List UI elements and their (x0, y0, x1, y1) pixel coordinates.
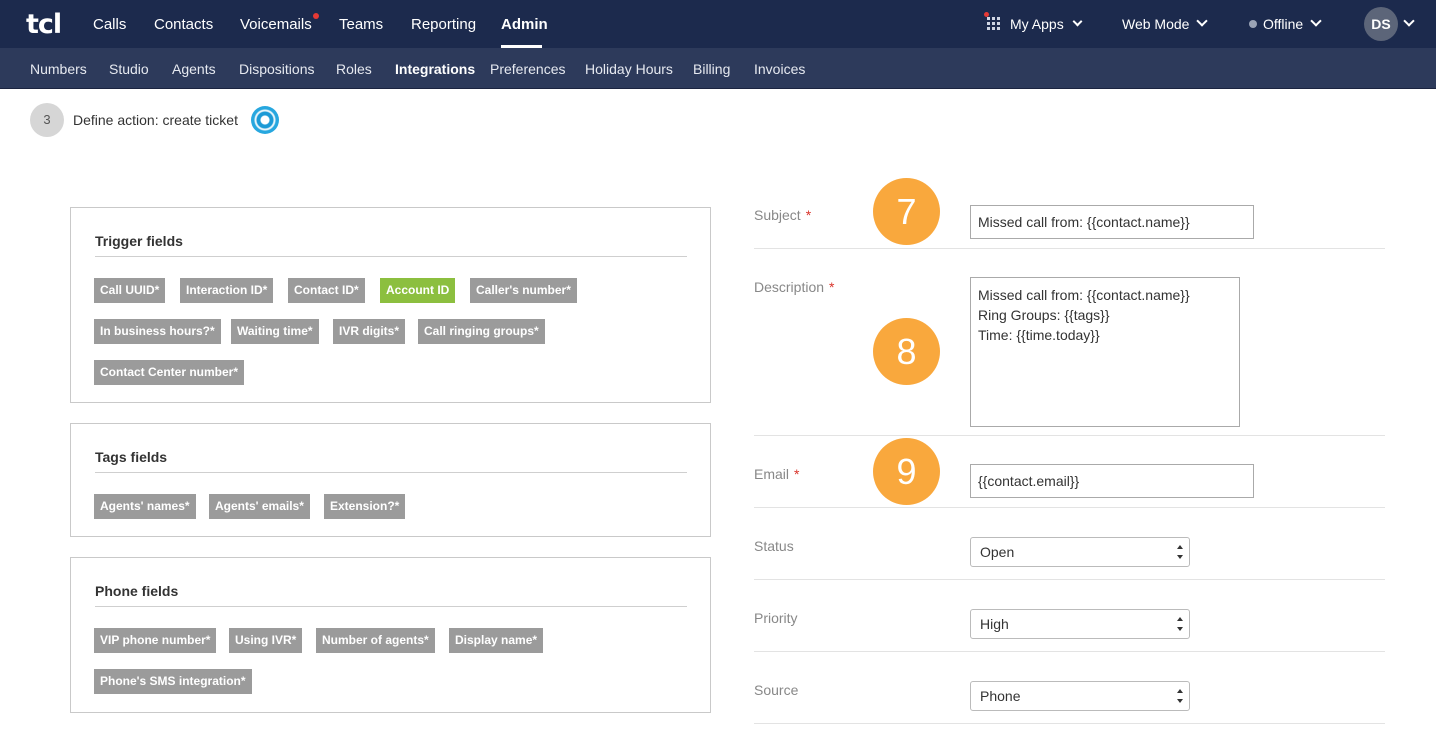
subnav-dispositions[interactable]: Dispositions (239, 61, 314, 77)
status-dot-icon (1249, 20, 1257, 28)
divider (754, 579, 1385, 580)
status-selected-value: Open (980, 544, 1015, 560)
chevron-down-icon (1196, 15, 1209, 27)
nav-admin[interactable]: Admin (501, 16, 548, 33)
presence-status-label: Offline (1263, 16, 1304, 32)
app-logo[interactable]: tcl (26, 9, 62, 40)
required-marker: * (805, 207, 812, 223)
subnav-billing[interactable]: Billing (693, 61, 730, 77)
phone-fields-panel: Phone fields VIP phone number* Using IVR… (70, 557, 711, 713)
phone-fields-title: Phone fields (95, 583, 179, 599)
subject-label: Subject * (754, 207, 812, 223)
source-label: Source (754, 682, 799, 698)
subnav-holiday-hours[interactable]: Holiday Hours (585, 61, 673, 77)
status-select[interactable]: Open (970, 537, 1190, 567)
field-tag-ivr-digits[interactable]: IVR digits* (333, 319, 406, 344)
user-menu-toggle[interactable] (1403, 15, 1415, 33)
subnav-agents[interactable]: Agents (172, 61, 216, 77)
divider (95, 606, 687, 607)
priority-label: Priority (754, 610, 798, 626)
email-label: Email * (754, 466, 800, 482)
avatar[interactable]: DS (1364, 7, 1398, 41)
field-tag-vip-phone-number[interactable]: VIP phone number* (94, 628, 217, 653)
divider (754, 435, 1385, 436)
field-tag-phones-sms-integration[interactable]: Phone's SMS integration* (94, 669, 252, 694)
field-tag-callers-number[interactable]: Caller's number* (470, 278, 577, 303)
chevron-down-icon (1072, 16, 1083, 27)
field-tag-contact-id[interactable]: Contact ID* (288, 278, 365, 303)
integration-logo-icon (251, 106, 279, 134)
subnav-numbers[interactable]: Numbers (30, 61, 87, 77)
my-apps-menu[interactable]: My Apps (1010, 16, 1083, 32)
source-select[interactable]: Phone (970, 681, 1190, 711)
web-mode-menu[interactable]: Web Mode (1122, 15, 1209, 32)
nav-voicemails[interactable]: Voicemails (240, 16, 312, 33)
field-tag-in-business-hours[interactable]: In business hours?* (94, 319, 221, 344)
subject-input[interactable] (970, 205, 1254, 239)
subnav-invoices[interactable]: Invoices (754, 61, 805, 77)
divider (95, 472, 687, 473)
description-line: Ring Groups: {{tags}} (978, 307, 1110, 323)
subnav-integrations[interactable]: Integrations (395, 61, 475, 77)
divider (95, 256, 687, 257)
chevron-down-icon (1403, 15, 1415, 27)
subnav-preferences[interactable]: Preferences (490, 61, 565, 77)
nav-contacts[interactable]: Contacts (154, 16, 213, 33)
divider (754, 507, 1385, 508)
presence-status-menu[interactable]: Offline (1263, 15, 1322, 32)
field-tag-agents-emails[interactable]: Agents' emails* (209, 494, 310, 519)
divider (754, 248, 1385, 249)
field-tag-extension[interactable]: Extension?* (324, 494, 406, 519)
field-tag-account-id[interactable]: Account ID (380, 278, 456, 303)
step-number-badge: 3 (30, 103, 64, 137)
status-label: Status (754, 538, 794, 554)
required-marker: * (794, 466, 800, 482)
field-tag-agents-names[interactable]: Agents' names* (94, 494, 196, 519)
field-tag-interaction-id[interactable]: Interaction ID* (180, 278, 274, 303)
divider (754, 723, 1385, 724)
nav-teams[interactable]: Teams (339, 16, 383, 33)
trigger-fields-panel: Trigger fields Call UUID* Interaction ID… (70, 207, 711, 403)
field-tag-using-ivr[interactable]: Using IVR* (229, 628, 303, 653)
select-arrows-icon (1177, 545, 1183, 559)
select-arrows-icon (1177, 617, 1183, 631)
nav-calls[interactable]: Calls (93, 16, 126, 33)
voicemails-notification-dot (313, 13, 319, 19)
tags-fields-panel: Tags fields Agents' names* Agents' email… (70, 423, 711, 537)
field-tag-call-ringing-groups[interactable]: Call ringing groups* (418, 319, 545, 344)
apps-grid-icon (987, 17, 1000, 30)
description-label: Description * (754, 279, 835, 295)
callout-badge-8: 8 (873, 318, 940, 385)
field-tag-call-uuid[interactable]: Call UUID* (94, 278, 166, 303)
chevron-down-icon (1310, 15, 1322, 27)
description-line: Time: {{time.today}} (978, 327, 1100, 343)
required-marker: * (829, 279, 835, 295)
trigger-fields-title: Trigger fields (95, 233, 183, 249)
priority-selected-value: High (980, 616, 1009, 632)
tags-fields-title: Tags fields (95, 449, 168, 465)
admin-sub-navigation: Numbers Studio Agents Dispositions Roles… (0, 48, 1436, 89)
field-tag-display-name[interactable]: Display name* (449, 628, 544, 653)
description-line: Missed call from: {{contact.name}} (978, 287, 1190, 303)
subnav-studio[interactable]: Studio (109, 61, 149, 77)
description-textarea[interactable]: Missed call from: {{contact.name}} Ring … (970, 277, 1240, 427)
subnav-roles[interactable]: Roles (336, 61, 372, 77)
priority-select[interactable]: High (970, 609, 1190, 639)
step-title: Define action: create ticket (73, 112, 238, 128)
callout-badge-9: 9 (873, 438, 940, 505)
email-input[interactable] (970, 464, 1254, 498)
source-selected-value: Phone (980, 688, 1021, 704)
field-tag-waiting-time[interactable]: Waiting time* (231, 319, 319, 344)
callout-badge-7: 7 (873, 178, 940, 245)
select-arrows-icon (1177, 689, 1183, 703)
divider (754, 651, 1385, 652)
nav-reporting[interactable]: Reporting (411, 16, 476, 33)
field-tag-number-of-agents[interactable]: Number of agents* (316, 628, 435, 653)
top-navigation-bar: tcl Calls Contacts Voicemails Teams Repo… (0, 0, 1436, 48)
my-apps-label: My Apps (1010, 16, 1064, 32)
web-mode-label: Web Mode (1122, 16, 1190, 32)
field-tag-contact-center-number[interactable]: Contact Center number* (94, 360, 245, 385)
